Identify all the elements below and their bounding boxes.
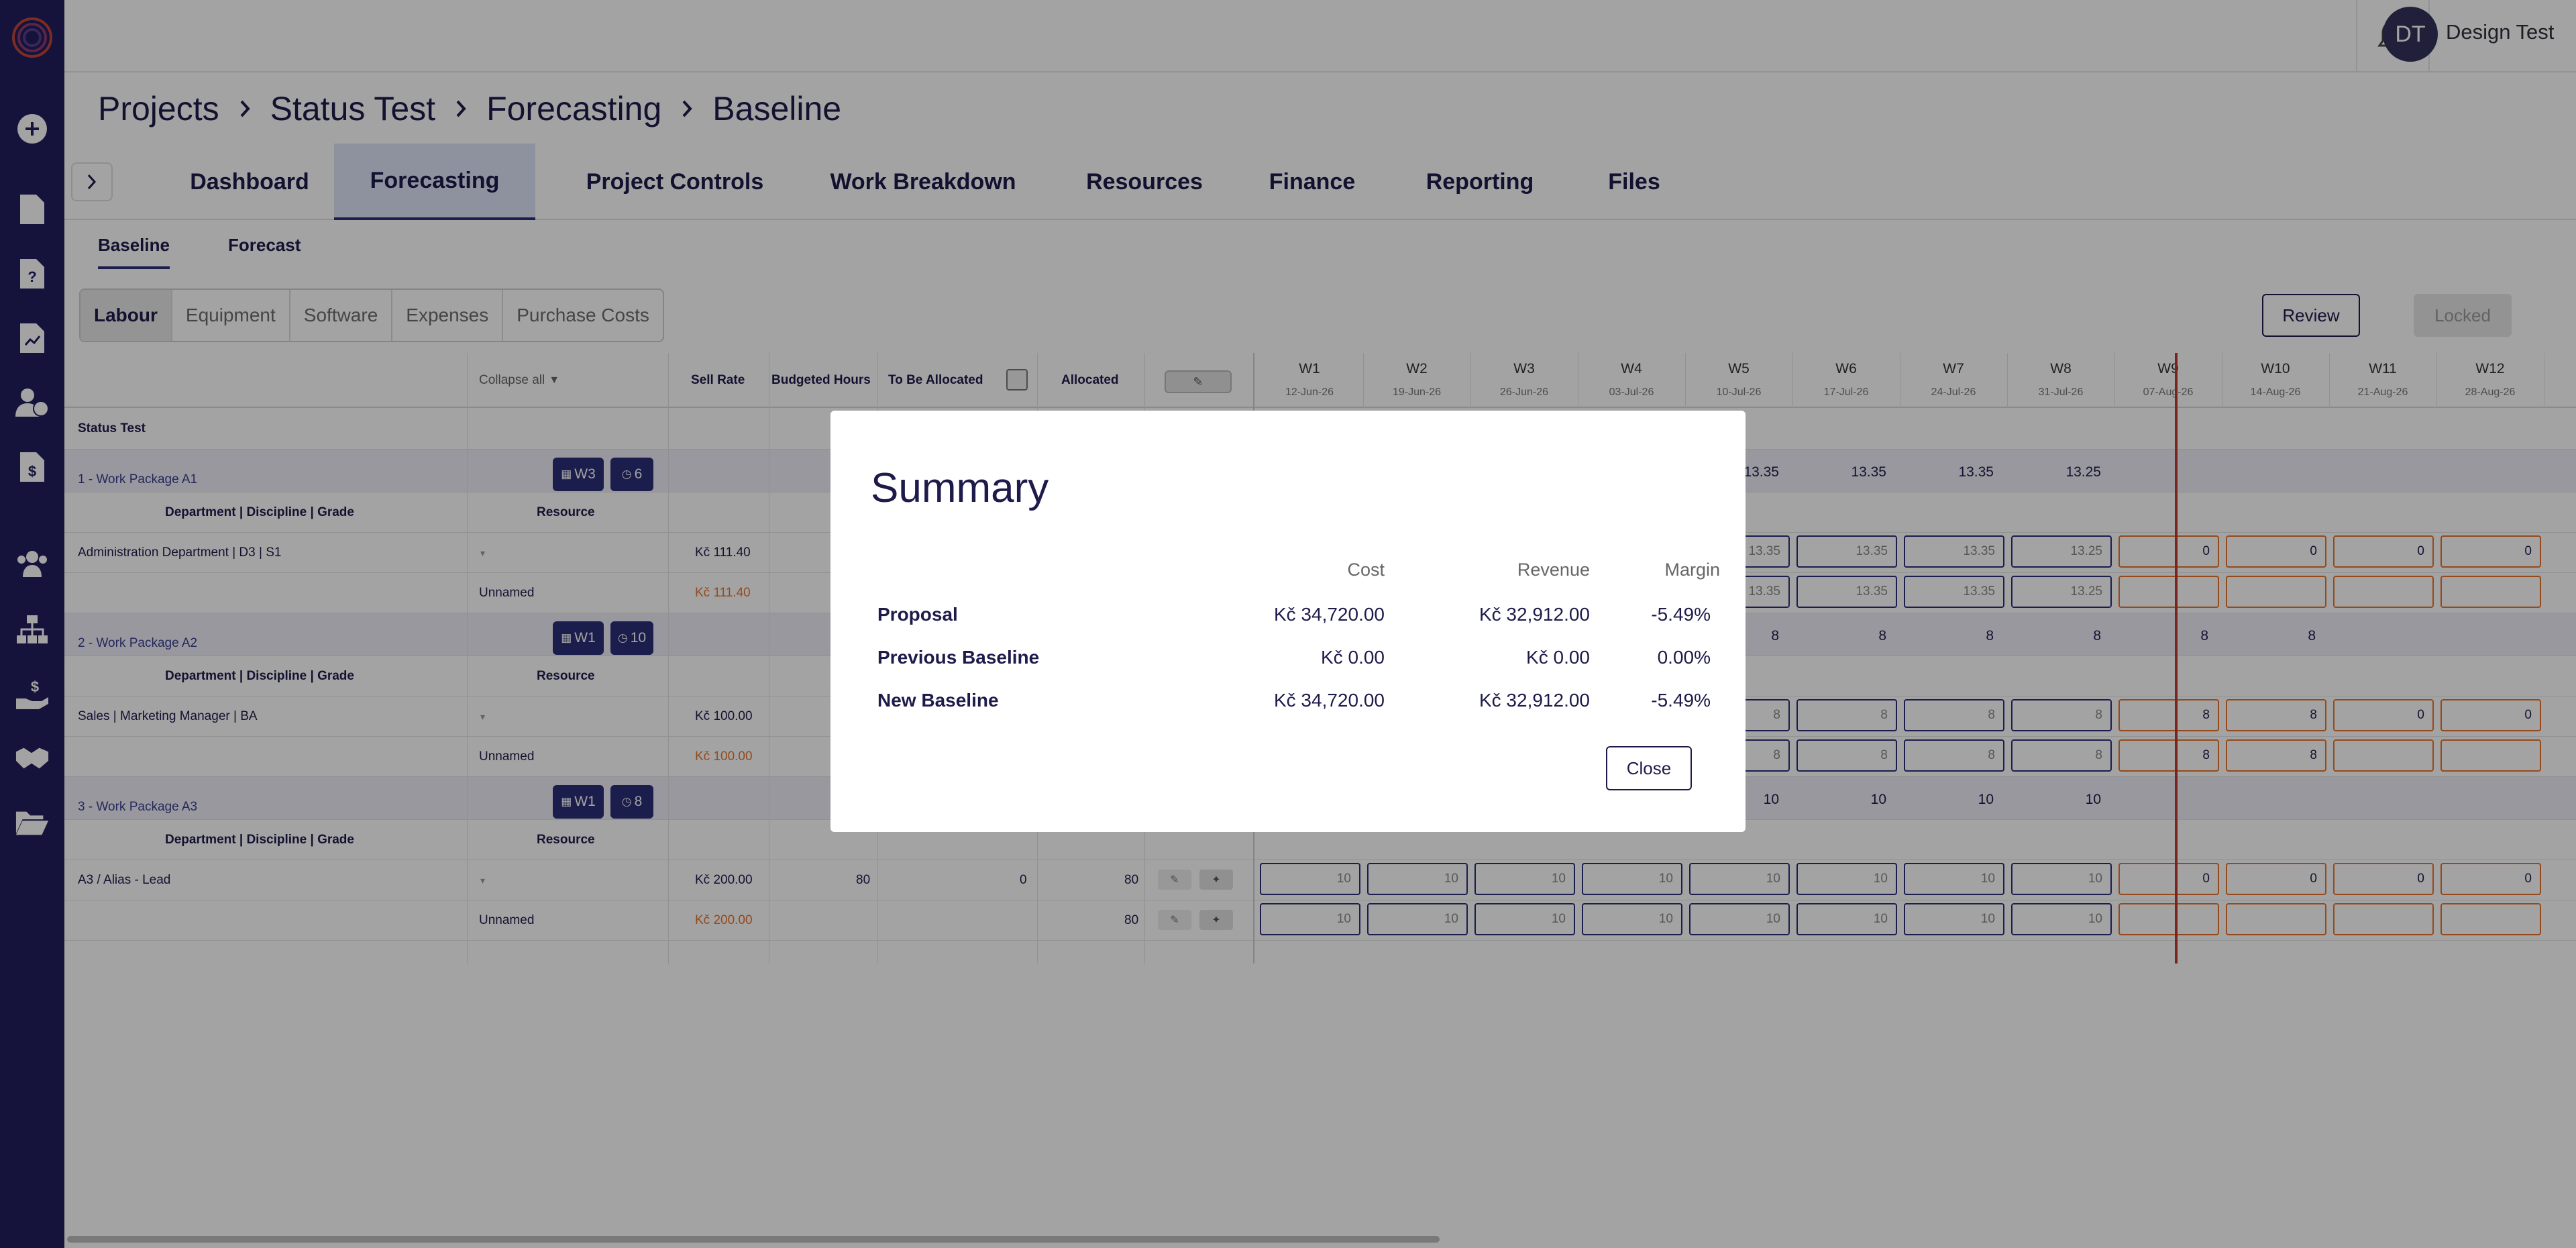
new-baseline-margin: -5.49% [1651,690,1711,711]
modal-title: Summary [871,465,1049,511]
row-label-proposal: Proposal [877,604,958,625]
close-button[interactable]: Close [1606,746,1692,790]
proposal-cost: Kč 34,720.00 [1273,604,1385,625]
column-revenue: Revenue [1517,560,1590,580]
column-cost: Cost [1347,560,1385,580]
new-baseline-cost: Kč 34,720.00 [1273,690,1385,711]
previous-baseline-cost: Kč 0.00 [1321,647,1385,668]
column-margin: Margin [1664,560,1720,580]
previous-baseline-margin: 0.00% [1657,647,1711,668]
row-label-previous-baseline: Previous Baseline [877,647,1040,668]
summary-modal: Summary Cost Revenue Margin Proposal Kč … [830,411,1746,832]
proposal-margin: -5.49% [1651,604,1711,625]
row-label-new-baseline: New Baseline [877,690,999,711]
